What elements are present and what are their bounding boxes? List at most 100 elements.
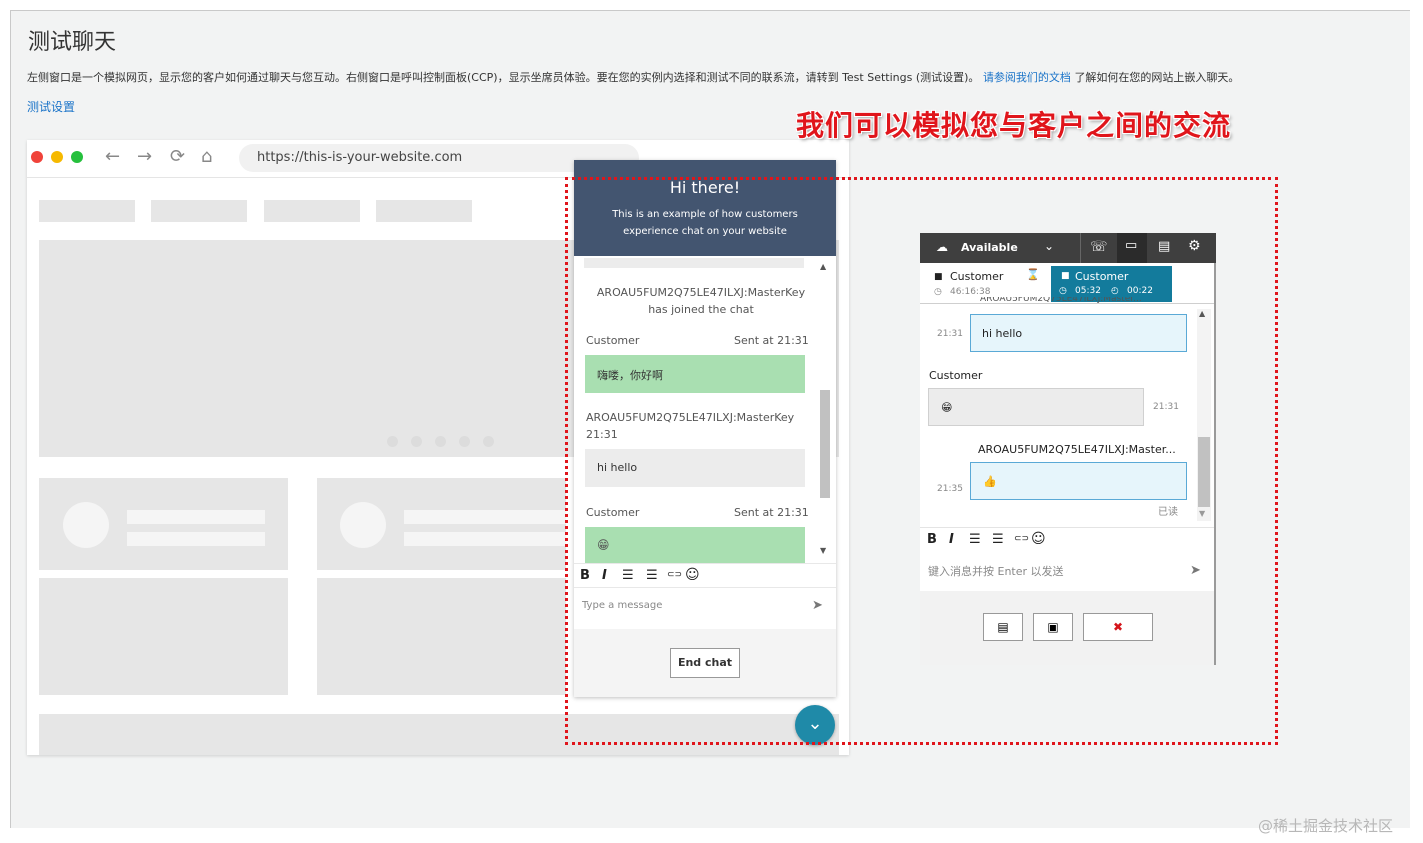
message-sender: Customer <box>586 506 640 519</box>
contact-card-icon: ▣ <box>1047 620 1059 634</box>
italic-button[interactable]: I <box>949 532 954 547</box>
test-settings-link[interactable]: 测试设置 <box>27 98 75 115</box>
bold-button[interactable]: B <box>927 532 937 547</box>
message-sender: AROAU5FUM2Q75LE47ILXJ:Master... <box>978 443 1176 456</box>
minimize-dot-icon <box>51 151 63 163</box>
avatar-placeholder <box>63 502 109 548</box>
chat-bubble-icon: ▭ <box>1125 238 1138 253</box>
message-input-placeholder: 键入消息并按 Enter 以发送 <box>928 565 1064 578</box>
contact-tab-label[interactable]: Customer <box>950 270 1003 283</box>
format-toolbar: B I ☰ ☰ ⊂⊃ ☺ <box>920 527 1214 551</box>
end-chat-button[interactable]: End chat <box>670 648 740 678</box>
chat-header-subtitle: This is an example of how customers expe… <box>612 209 798 237</box>
contact-tab-time: 46:16:38 <box>950 287 991 297</box>
message-input-placeholder: Type a message <box>582 600 663 611</box>
agent-status[interactable]: Available <box>961 241 1018 254</box>
nav-placeholder <box>264 200 360 222</box>
message-emoji: 😁 <box>941 401 953 414</box>
emoji-button[interactable]: ☺ <box>1031 531 1046 547</box>
gear-icon[interactable]: ⚙ <box>1188 238 1201 254</box>
close-icon: ✖ <box>1112 620 1124 634</box>
message-sender: Customer <box>586 334 640 347</box>
emoji-button[interactable]: ☺ <box>685 567 700 583</box>
footer-placeholder <box>39 714 839 755</box>
message-sender: AROAU5FUM2Q75LE47ILXJ:MasterKey <box>586 411 795 424</box>
chat-widget: Hi there! This is an example of how cust… <box>574 160 836 697</box>
clipboard-icon[interactable]: ▤ <box>1158 239 1170 254</box>
format-toolbar: B I ☰ ☰ ⊂⊃ ☺ <box>574 563 836 587</box>
bold-button[interactable]: B <box>580 568 590 583</box>
join-message: AROAU5FUM2Q75LE47ILXJ:MasterKey has join… <box>596 286 806 316</box>
close-dot-icon <box>31 151 43 163</box>
scroll-down-icon[interactable]: ▼ <box>820 546 826 555</box>
chat-header-title: Hi there! <box>669 178 741 197</box>
link-button[interactable]: ⊂⊃ <box>1014 534 1029 544</box>
nav-placeholder <box>376 200 472 222</box>
agent-message-bubble: 👍 <box>970 462 1187 500</box>
link-button[interactable]: ⊂⊃ <box>667 570 682 580</box>
divider <box>1080 233 1081 263</box>
home-icon[interactable]: ⌂ <box>201 146 212 167</box>
back-arrow-icon[interactable]: ← <box>105 146 120 167</box>
bullet-list-button[interactable]: ☰ <box>646 568 658 583</box>
clipboard-icon: ▤ <box>997 620 1009 634</box>
transfer-button[interactable]: ▣ <box>1033 613 1073 641</box>
message-time: 21:35 <box>937 484 963 494</box>
customer-message-bubble: 嗨喽，你好啊 <box>585 355 805 393</box>
page-description: 左侧窗口是一个模拟网页，显示您的客户如何通过聊天与您互动。右侧窗口是呼叫控制面板… <box>27 69 1239 85</box>
chat-tab-active[interactable]: ▭ <box>1117 233 1147 263</box>
customer-message-bubble: 😁 <box>585 527 805 563</box>
text-placeholder <box>404 510 566 524</box>
minimize-chat-button[interactable]: ⌄ <box>795 705 835 745</box>
agent-message-bubble: hi hello <box>585 449 805 487</box>
forward-arrow-icon[interactable]: → <box>137 146 152 167</box>
text-placeholder <box>127 532 265 546</box>
scroll-down-icon[interactable]: ▼ <box>1199 509 1205 518</box>
send-icon[interactable]: ➤ <box>1190 563 1201 578</box>
carousel-dot <box>387 436 398 447</box>
scroll-up-icon[interactable]: ▲ <box>1199 309 1205 318</box>
carousel-dot <box>483 436 494 447</box>
ccp-panel: ☁ Available ⌄ ☏ ▭ ▤ ⚙ ■ Customer ⌛ ◷ 46:… <box>920 233 1216 665</box>
message-emoji: 👍 <box>983 475 997 488</box>
message-emoji: 😁 <box>597 538 610 552</box>
ccp-message-input[interactable]: 键入消息并按 Enter 以发送 ➤ <box>920 555 1214 587</box>
carousel-dot <box>459 436 470 447</box>
message-time: Sent at 21:31 <box>734 506 809 519</box>
scroll-up-icon[interactable]: ▲ <box>820 262 826 271</box>
truncated-sender: AROAU5FUM2Q75LE47ILXJ:Master... <box>980 297 1142 304</box>
ccp-scrollbar[interactable]: ▲ ▼ <box>1197 309 1211 521</box>
chevron-down-icon[interactable]: ⌄ <box>1044 239 1054 253</box>
scroll-thumb[interactable] <box>1198 437 1210 507</box>
send-icon[interactable]: ➤ <box>812 598 823 613</box>
timer-icon: ◴ <box>1111 286 1119 296</box>
text-placeholder <box>404 532 566 546</box>
scroll-thumb[interactable] <box>820 390 830 498</box>
docs-link[interactable]: 请参阅我们的文档 <box>983 71 1071 84</box>
carousel-dot <box>411 436 422 447</box>
end-chat-button[interactable]: ✖ <box>1083 613 1153 641</box>
message-time: Sent at 21:31 <box>734 334 809 347</box>
chat-scrollbar[interactable]: ▲ ▼ <box>818 260 832 560</box>
quick-connect-button[interactable]: ▤ <box>983 613 1023 641</box>
chat-header: Hi there! This is an example of how cust… <box>574 160 836 256</box>
italic-button[interactable]: I <box>602 568 607 583</box>
read-status: 已读 <box>1158 507 1178 518</box>
ordered-list-button[interactable]: ☰ <box>622 568 634 583</box>
chat-bubble-icon: ■ <box>934 272 943 282</box>
contact-tab-label: Customer <box>1075 270 1129 283</box>
bullet-list-button[interactable]: ☰ <box>992 532 1004 547</box>
description-text: 左侧窗口是一个模拟网页，显示您的客户如何通过聊天与您互动。右侧窗口是呼叫控制面板… <box>27 71 980 84</box>
message-time: 21:31 <box>937 329 963 339</box>
avatar-placeholder <box>340 502 386 548</box>
message-text: hi hello <box>982 327 1023 340</box>
message-time: 21:31 <box>586 428 618 441</box>
contact-time: 05:32 <box>1075 286 1101 296</box>
ordered-list-button[interactable]: ☰ <box>969 532 981 547</box>
maximize-dot-icon <box>71 151 83 163</box>
clock-icon: ◷ <box>1059 286 1067 296</box>
reload-icon[interactable]: ⟳ <box>170 146 185 167</box>
message-input[interactable]: Type a message ➤ <box>574 587 836 629</box>
nav-placeholder <box>39 200 135 222</box>
phone-icon[interactable]: ☏ <box>1090 239 1108 255</box>
